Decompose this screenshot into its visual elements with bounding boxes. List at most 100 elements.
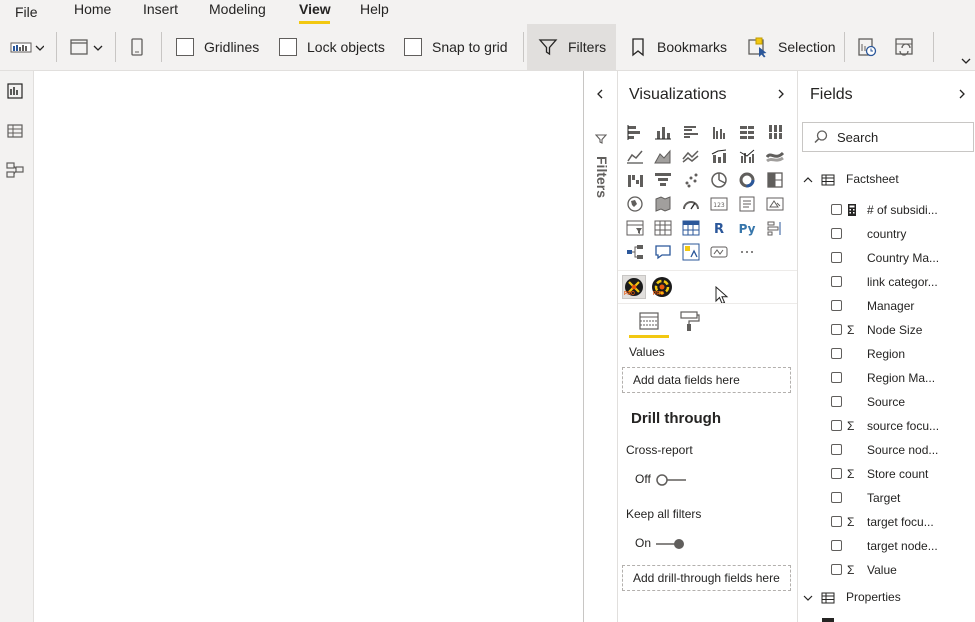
filters-button[interactable]: Filters (538, 24, 606, 70)
menu-help[interactable]: Help (360, 0, 389, 18)
collapse-fields-chevron-icon[interactable] (956, 88, 968, 100)
lock-objects-checkbox[interactable] (279, 38, 297, 56)
bookmarks-button[interactable]: Bookmarks (630, 24, 727, 70)
clustered-bar-chart-icon[interactable] (682, 123, 700, 141)
ribbon-collapse-chevron-icon[interactable] (960, 56, 972, 66)
data-view-icon[interactable] (6, 122, 24, 140)
clustered-column-chart-icon[interactable] (710, 123, 728, 141)
custom-visual-1-selected[interactable]: PRO (622, 275, 646, 299)
themes-button[interactable] (10, 24, 44, 70)
menu-modeling[interactable]: Modeling (209, 0, 266, 18)
field-checkbox[interactable] (831, 204, 842, 215)
field-item[interactable]: Source nod... (830, 441, 975, 461)
field-checkbox[interactable] (831, 300, 842, 311)
stacked-column-chart-icon[interactable] (654, 123, 672, 141)
pie-chart-icon[interactable] (710, 171, 728, 189)
field-item[interactable]: link categor... (830, 273, 975, 293)
gauge-icon[interactable] (682, 195, 700, 213)
field-item[interactable]: Σ Value (830, 561, 975, 581)
stacked-area-chart-icon[interactable] (682, 147, 700, 165)
key-influencers-icon[interactable] (766, 219, 784, 237)
scatter-chart-icon[interactable] (682, 171, 700, 189)
paginated-report-icon[interactable] (710, 243, 728, 261)
filters-pane-collapsed[interactable] (584, 71, 618, 622)
report-view-icon[interactable] (6, 82, 24, 100)
line-chart-icon[interactable] (626, 147, 644, 165)
performance-analyzer-button[interactable] (856, 24, 878, 70)
more-visuals-icon[interactable] (738, 243, 756, 261)
field-checkbox[interactable] (831, 252, 842, 263)
values-drop-zone[interactable]: Add data fields here (622, 367, 791, 393)
gridlines-checkbox[interactable] (176, 38, 194, 56)
fields-tab-icon[interactable] (638, 310, 660, 332)
menu-insert[interactable]: Insert (143, 0, 178, 18)
format-paint-roller-icon[interactable] (679, 310, 701, 332)
mobile-layout-button[interactable] (130, 24, 144, 70)
drill-through-drop-zone[interactable]: Add drill-through fields here (622, 565, 791, 591)
field-checkbox[interactable] (831, 420, 842, 431)
donut-chart-icon[interactable] (738, 171, 756, 189)
snap-to-grid-checkbox[interactable] (404, 38, 422, 56)
stacked-bar-chart-icon[interactable] (626, 123, 644, 141)
multi-row-card-icon[interactable] (738, 195, 756, 213)
field-item[interactable]: Region (830, 345, 975, 365)
line-and-stacked-column-icon[interactable] (710, 147, 728, 165)
menu-home[interactable]: Home (74, 0, 111, 18)
field-item[interactable]: target node... (830, 537, 975, 557)
field-item[interactable]: Target (830, 489, 975, 509)
q-and-a-icon[interactable] (654, 243, 672, 261)
field-checkbox[interactable] (831, 348, 842, 359)
slicer-icon[interactable] (626, 219, 644, 237)
funnel-chart-icon[interactable] (654, 171, 672, 189)
waterfall-chart-icon[interactable] (626, 171, 644, 189)
kpi-icon[interactable] (766, 195, 784, 213)
100-stacked-column-chart-icon[interactable] (766, 123, 784, 141)
100-stacked-bar-chart-icon[interactable] (738, 123, 756, 141)
field-item[interactable]: Σ Node Size (830, 321, 975, 341)
table-icon[interactable] (654, 219, 672, 237)
decomposition-tree-icon[interactable] (626, 243, 644, 261)
python-visual-icon[interactable]: Py (736, 219, 758, 237)
field-item[interactable]: Region Ma... (830, 369, 975, 389)
r-script-visual-icon[interactable]: R (710, 219, 728, 237)
table-properties[interactable]: Properties (802, 589, 972, 609)
report-canvas[interactable] (34, 71, 584, 622)
custom-visual-2[interactable]: PRO (651, 276, 673, 298)
field-checkbox[interactable] (831, 540, 842, 551)
field-checkbox[interactable] (831, 228, 842, 239)
chevron-up-icon[interactable] (802, 174, 814, 186)
fields-search-box[interactable]: Search (802, 122, 974, 152)
menu-file[interactable]: File (15, 3, 38, 21)
model-view-icon[interactable] (6, 161, 24, 179)
gridlines-toggle[interactable]: Gridlines (176, 24, 259, 70)
cross-report-toggle[interactable] (654, 472, 688, 488)
filters-vertical-label[interactable]: Filters (594, 156, 610, 198)
field-item[interactable]: country (830, 225, 975, 245)
card-icon[interactable]: 123 (710, 195, 728, 213)
field-checkbox[interactable] (831, 324, 842, 335)
matrix-icon[interactable] (682, 219, 700, 237)
collapse-visualizations-chevron-icon[interactable] (775, 88, 787, 100)
field-checkbox[interactable] (831, 516, 842, 527)
field-checkbox[interactable] (831, 276, 842, 287)
field-checkbox[interactable] (831, 372, 842, 383)
table-factsheet[interactable]: Factsheet (802, 171, 972, 191)
treemap-icon[interactable] (766, 171, 784, 189)
ribbon-chart-icon[interactable] (766, 147, 784, 165)
field-checkbox[interactable] (831, 564, 842, 575)
field-item[interactable]: # of subsidi... (830, 201, 975, 221)
expand-left-chevron-icon[interactable] (594, 88, 606, 100)
field-checkbox[interactable] (831, 396, 842, 407)
keep-all-filters-toggle[interactable] (654, 536, 688, 552)
selection-button[interactable]: Selection (747, 24, 836, 70)
page-view-button[interactable] (69, 24, 105, 70)
field-item[interactable]: Σtarget focu... (830, 513, 975, 533)
field-checkbox[interactable] (831, 444, 842, 455)
filled-map-icon[interactable] (654, 195, 672, 213)
line-and-clustered-column-icon[interactable] (738, 147, 756, 165)
field-item[interactable]: Σ Store count (830, 465, 975, 485)
field-item[interactable]: Manager (830, 297, 975, 317)
chevron-down-icon[interactable] (802, 592, 814, 604)
area-chart-icon[interactable] (654, 147, 672, 165)
map-icon[interactable] (626, 195, 644, 213)
